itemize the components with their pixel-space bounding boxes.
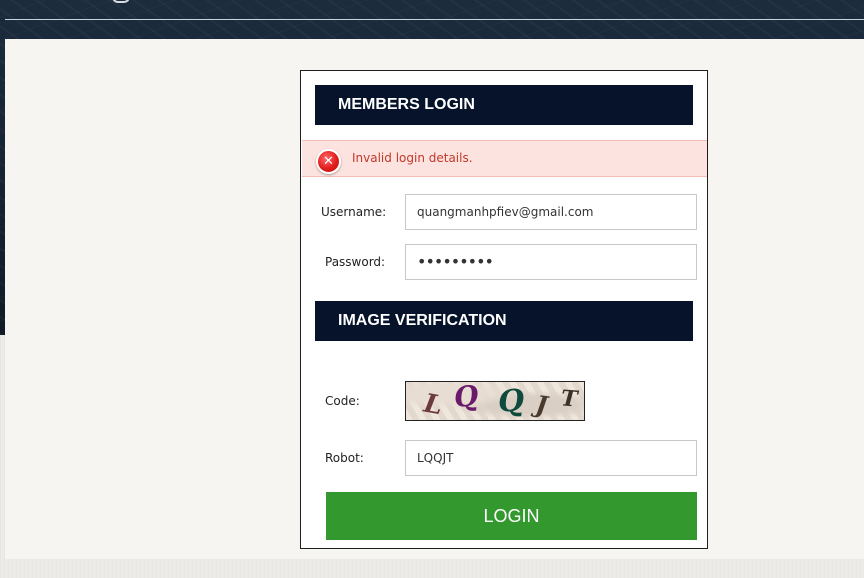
login-button[interactable]: LOGIN (326, 492, 697, 540)
image-verification-header: IMAGE VERIFICATION (315, 301, 693, 341)
username-input[interactable]: quangmanhpfiev@gmail.com (405, 194, 697, 230)
robot-code-input[interactable]: LQQJT (405, 440, 697, 476)
site-title-fragment (112, 0, 130, 3)
error-x-icon: ✕ (316, 149, 341, 174)
error-alert: ✕ Invalid login details. (302, 140, 707, 177)
password-input[interactable]: ••••••••• (405, 244, 697, 280)
members-login-header: MEMBERS LOGIN (315, 85, 693, 125)
username-label: Username: (321, 205, 387, 219)
login-box: MEMBERS LOGIN ✕ Invalid login details. U… (300, 70, 708, 549)
captcha-char: L (421, 388, 445, 421)
captcha-char: Q (452, 381, 481, 415)
code-label: Code: (325, 394, 360, 408)
captcha-image: L Q Q J T (405, 381, 585, 421)
hero-divider (5, 19, 864, 20)
captcha-char: J (534, 389, 550, 420)
robot-label: Robot: (325, 451, 364, 465)
captcha-char: T (560, 385, 579, 413)
captcha-char: Q (496, 383, 526, 420)
error-message: Invalid login details. (352, 151, 473, 165)
password-label: Password: (325, 255, 386, 269)
